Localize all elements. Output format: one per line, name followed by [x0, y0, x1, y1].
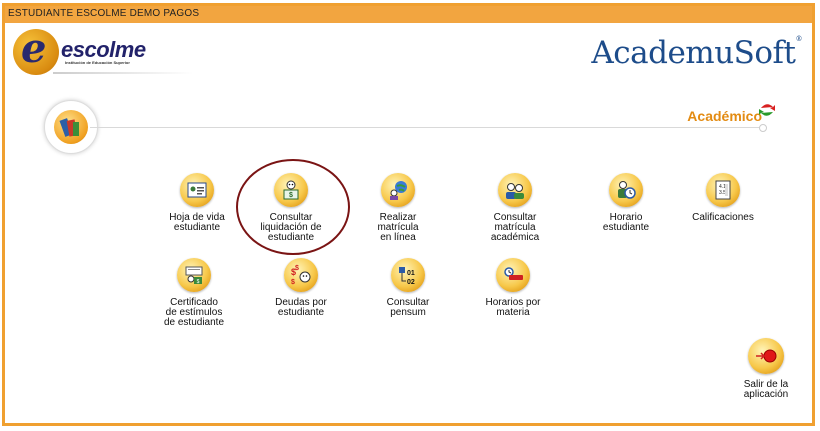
exit-icon — [748, 338, 784, 374]
exit-label: Salir de la aplicación — [743, 379, 789, 400]
menu-item-deudas-estudiante[interactable]: $ $ $ Deudas por estudiante — [251, 258, 351, 318]
id-card-icon — [180, 173, 214, 207]
menu-item-consultar-pensum[interactable]: 01 02 Consultar pensum — [358, 258, 458, 318]
svg-text:01: 01 — [407, 270, 415, 277]
menu-item-hoja-de-vida[interactable]: Hoja de vida estudiante — [147, 173, 247, 233]
menu-item-label: Horario estudiante — [602, 212, 650, 233]
svg-text:$: $ — [295, 265, 299, 272]
menu-item-label: Consultar pensum — [386, 297, 430, 318]
exit-button[interactable]: Salir de la aplicación — [716, 338, 816, 400]
menu-item-label: Horarios por materia — [485, 297, 541, 318]
menu-item-horario-estudiante[interactable]: Horario estudiante — [576, 173, 676, 233]
svg-text:$: $ — [291, 279, 295, 286]
subject-schedule-icon — [496, 258, 530, 292]
logo-subtitle: Institución de Educación Superior — [65, 60, 130, 65]
refresh-arrows-icon[interactable] — [758, 101, 776, 119]
academusoft-brand: AcademuSoft® — [591, 35, 802, 71]
pensum-icon: 01 02 — [391, 258, 425, 292]
menu-item-label: Certificado de estímulos de estudiante — [163, 297, 225, 328]
menu-item-horarios-materia[interactable]: Horarios por materia — [463, 258, 563, 318]
title-bar: ESTUDIANTE ESCOLME DEMO PAGOS — [5, 6, 812, 24]
grades-icon: 4.1 3.5 — [706, 173, 740, 207]
menu-item-consultar-matricula[interactable]: Consultar matrícula académica — [465, 173, 565, 243]
logo-underline — [53, 72, 193, 74]
header: e escolme Institución de Educación Super… — [5, 23, 812, 81]
globe-user-icon — [381, 173, 415, 207]
svg-text:$: $ — [289, 192, 293, 199]
svg-text:02: 02 — [407, 279, 415, 286]
menu-item-calificaciones[interactable]: 4.1 3.5 Calificaciones — [673, 173, 773, 223]
section-divider-end — [759, 124, 767, 132]
section-title: Académico — [687, 108, 762, 124]
books-icon — [54, 110, 88, 144]
escolme-e-icon: e — [13, 25, 59, 75]
menu-item-label: Consultar liquidación de estudiante — [260, 212, 322, 243]
menu-item-realizar-matricula[interactable]: Realizar matrícula en línea — [348, 173, 448, 243]
section-divider — [90, 127, 760, 128]
menu-item-label: Hoja de vida estudiante — [169, 212, 225, 233]
menu-item-label: Deudas por estudiante — [275, 297, 327, 318]
window-title: ESTUDIANTE ESCOLME DEMO PAGOS — [8, 8, 200, 19]
clock-user-icon — [609, 173, 643, 207]
menu-item-certificado-estimulos[interactable]: $ Certificado de estímulos de estudiante — [144, 258, 244, 328]
menu-item-label: Consultar matrícula académica — [490, 212, 540, 243]
invoice-icon: $ — [274, 173, 308, 207]
certificate-icon: $ — [177, 258, 211, 292]
escolme-logo: e escolme Institución de Educación Super… — [13, 25, 193, 81]
menu-item-consultar-liquidacion[interactable]: $ Consultar liquidación de estudiante — [241, 173, 341, 243]
users-icon — [498, 173, 532, 207]
menu-item-label: Calificaciones — [692, 212, 754, 223]
svg-text:$: $ — [197, 279, 200, 285]
debt-icon: $ $ $ — [284, 258, 318, 292]
menu-item-label: Realizar matrícula en línea — [377, 212, 419, 243]
